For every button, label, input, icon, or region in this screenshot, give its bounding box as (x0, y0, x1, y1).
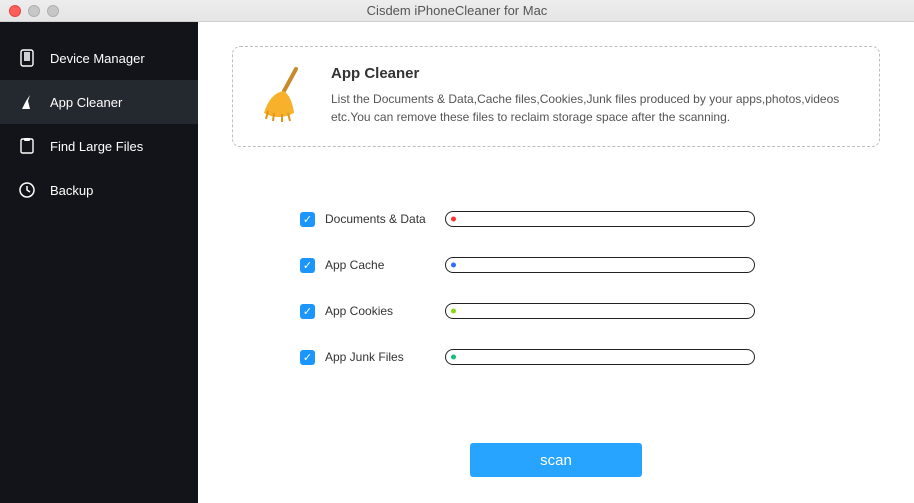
category-label: App Junk Files (325, 350, 445, 364)
sidebar-item-app-cleaner[interactable]: App Cleaner (0, 80, 198, 124)
checkbox[interactable]: ✓ (300, 304, 315, 319)
window-title: Cisdem iPhoneCleaner for Mac (0, 3, 914, 18)
checkbox[interactable]: ✓ (300, 350, 315, 365)
title-bar: Cisdem iPhoneCleaner for Mac (0, 0, 914, 22)
category-row: ✓ Documents & Data (300, 211, 880, 227)
info-text: App Cleaner List the Documents & Data,Ca… (331, 65, 857, 126)
sidebar-item-device-manager[interactable]: Device Manager (0, 36, 198, 80)
app-window: Cisdem iPhoneCleaner for Mac Device Mana… (0, 0, 914, 503)
info-title: App Cleaner (331, 65, 857, 82)
sidebar-item-label: App Cleaner (50, 95, 122, 110)
sidebar-item-label: Backup (50, 183, 93, 198)
broom-illustration (255, 65, 311, 126)
main-panel: App Cleaner List the Documents & Data,Ca… (198, 22, 914, 503)
progress-dot (451, 217, 456, 222)
clipboard-icon (18, 137, 36, 155)
broom-icon (18, 93, 36, 111)
info-description: List the Documents & Data,Cache files,Co… (331, 90, 857, 126)
backup-icon (18, 181, 36, 199)
progress-bar (445, 257, 755, 273)
category-label: App Cookies (325, 304, 445, 318)
checkbox[interactable]: ✓ (300, 212, 315, 227)
category-label: Documents & Data (325, 212, 445, 226)
info-box: App Cleaner List the Documents & Data,Ca… (232, 46, 880, 147)
body: Device Manager App Cleaner Find Large Fi… (0, 22, 914, 503)
category-label: App Cache (325, 258, 445, 272)
progress-bar (445, 349, 755, 365)
checkbox[interactable]: ✓ (300, 258, 315, 273)
sidebar-item-find-large-files[interactable]: Find Large Files (0, 124, 198, 168)
category-row: ✓ App Junk Files (300, 349, 880, 365)
sidebar-item-backup[interactable]: Backup (0, 168, 198, 212)
progress-dot (451, 355, 456, 360)
scan-button[interactable]: scan (470, 443, 642, 477)
category-list: ✓ Documents & Data ✓ App Cache ✓ App Coo… (232, 211, 880, 365)
category-row: ✓ App Cookies (300, 303, 880, 319)
progress-bar (445, 303, 755, 319)
sidebar-item-label: Device Manager (50, 51, 145, 66)
category-row: ✓ App Cache (300, 257, 880, 273)
sidebar: Device Manager App Cleaner Find Large Fi… (0, 22, 198, 503)
sidebar-item-label: Find Large Files (50, 139, 143, 154)
progress-dot (451, 309, 456, 314)
progress-dot (451, 263, 456, 268)
progress-bar (445, 211, 755, 227)
device-icon (18, 49, 36, 67)
